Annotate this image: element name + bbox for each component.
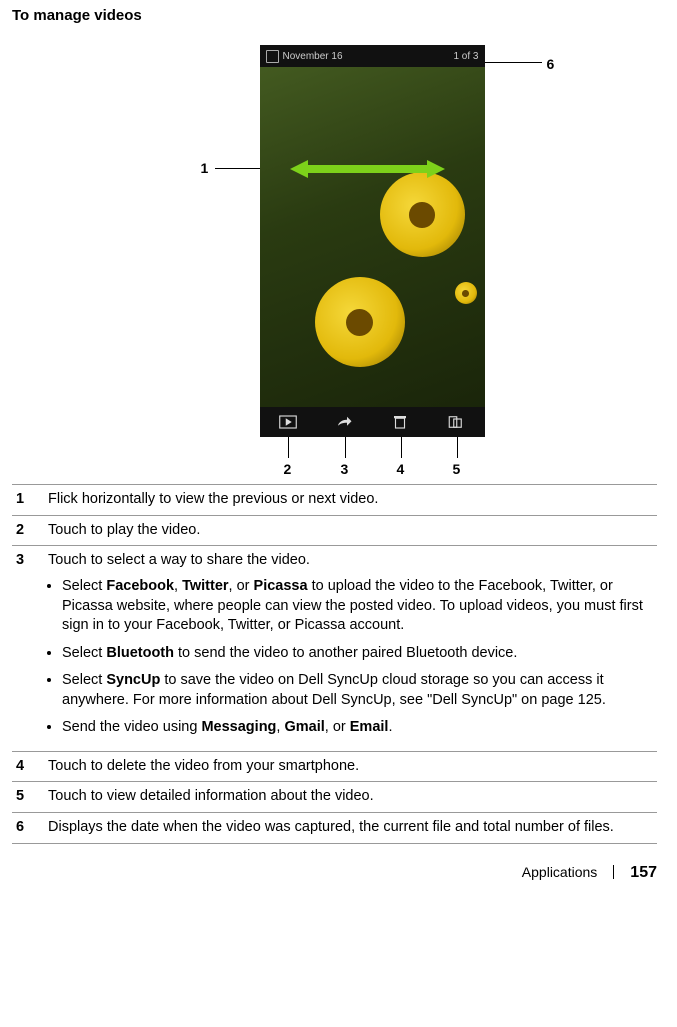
flower-graphic [315,277,405,367]
text: , or [325,719,350,735]
phone-statusbar: November 16 1 of 3 [260,45,485,67]
table-row: 2 Touch to play the video. [12,515,657,546]
def-text: Touch to play the video. [44,515,657,546]
flower-graphic [380,172,465,257]
leader-line [480,62,542,63]
text: Select [62,578,106,594]
def-number: 1 [12,485,44,516]
swipe-arrow-icon [290,160,445,178]
def-number: 2 [12,515,44,546]
phone-mockup: November 16 1 of 3 [260,45,485,437]
footer-page-number: 157 [630,862,657,884]
statusbar-date: November 16 [283,50,343,64]
section-heading: To manage videos [12,6,657,26]
list-item: Send the video using Messaging, Gmail, o… [62,718,653,738]
callout-label-1: 1 [201,159,209,178]
callout-definitions-table: 1 Flick horizontally to view the previou… [12,484,657,843]
list-item: Select Facebook, Twitter, or Picassa to … [62,577,653,636]
share-icon [335,415,353,429]
list-item: Select Bluetooth to send the video to an… [62,644,653,664]
callout-label-4: 4 [397,460,405,479]
def-text: Touch to select a way to share the video… [44,546,657,752]
table-row: 1 Flick horizontally to view the previou… [12,485,657,516]
app-name: Email [350,719,389,735]
app-name: Twitter [182,578,228,594]
callout-label-6: 6 [547,55,555,74]
statusbar-counter: 1 of 3 [453,50,478,64]
phone-actionbar [260,407,485,437]
app-name: Messaging [201,719,276,735]
text: Select [62,645,106,661]
app-name: SyncUp [106,672,160,688]
def-number: 4 [12,751,44,782]
def-number: 3 [12,546,44,752]
table-row: 6 Displays the date when the video was c… [12,813,657,844]
page-footer: Applications 157 [12,862,657,884]
callout-label-2: 2 [284,460,292,479]
def-text: Touch to delete the video from your smar… [44,751,657,782]
text: , or [229,578,254,594]
list-item: Select SyncUp to save the video on Dell … [62,671,653,710]
def-intro: Touch to select a way to share the video… [48,552,310,568]
table-row: 3 Touch to select a way to share the vid… [12,546,657,752]
text: , [174,578,182,594]
text: Send the video using [62,719,201,735]
callout-label-5: 5 [453,460,461,479]
footer-section-name: Applications [522,863,598,882]
def-text: Flick horizontally to view the previous … [44,485,657,516]
info-icon [447,415,465,429]
manual-page: To manage videos 1 6 2 3 4 5 November 16… [0,0,677,893]
text: Select [62,672,106,688]
text: to send the video to another paired Blue… [174,645,517,661]
annotated-figure: 1 6 2 3 4 5 November 16 1 of 3 [55,40,615,480]
play-icon [279,415,297,429]
footer-divider [613,865,614,879]
def-number: 5 [12,782,44,813]
app-name: Gmail [284,719,324,735]
callout-label-3: 3 [341,460,349,479]
flower-graphic [455,282,477,304]
app-name: Picassa [254,578,308,594]
app-name: Facebook [106,578,174,594]
table-row: 5 Touch to view detailed information abo… [12,782,657,813]
def-text: Displays the date when the video was cap… [44,813,657,844]
table-row: 4 Touch to delete the video from your sm… [12,751,657,782]
def-text: Touch to view detailed information about… [44,782,657,813]
video-thumbnail [260,67,485,407]
calendar-icon [266,50,279,63]
delete-icon [391,415,409,429]
def-number: 6 [12,813,44,844]
app-name: Bluetooth [106,645,174,661]
share-options-list: Select Facebook, Twitter, or Picassa to … [48,577,653,738]
text: . [388,719,392,735]
